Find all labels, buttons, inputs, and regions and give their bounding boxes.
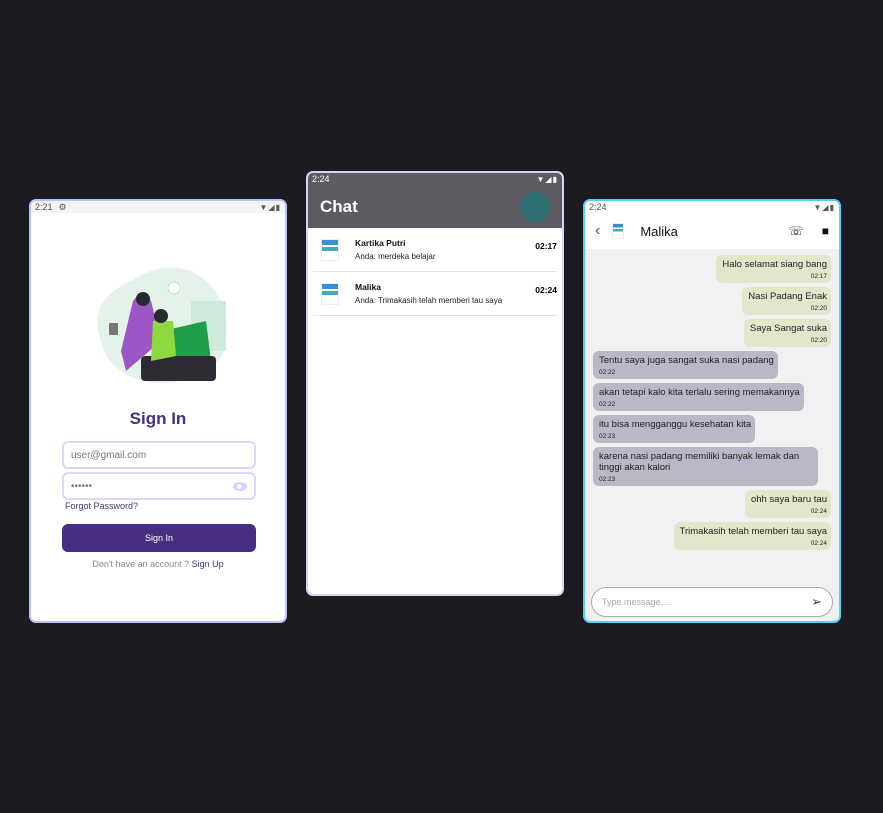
video-call-icon[interactable]: ■ (822, 224, 829, 238)
app-logo[interactable] (520, 191, 550, 222)
status-time: 2:24 (312, 174, 330, 184)
chat-preview: Anda: Trimakasih telah memberi tau saya (355, 296, 503, 305)
chat-list-item[interactable]: Malika Anda: Trimakasih telah memberi tau… (313, 272, 557, 316)
illustration (97, 267, 227, 383)
message-text: Trimakasih telah memberi tau saya (679, 526, 827, 537)
email-placeholder: user@gmail.com (71, 449, 147, 461)
chat-name: Kartika Putri (355, 238, 406, 248)
message-text: itu bisa mengganggu kesehatan kita (599, 419, 752, 430)
message-time: 02:20 (810, 305, 827, 312)
no-account-text: Don't have an account ? (92, 559, 190, 569)
settings-icon: ⚙ (58, 201, 67, 212)
message-time: 02:20 (810, 337, 827, 344)
message-bubble: itu bisa mengganggu kesehatan kita 02:23 (593, 415, 756, 443)
email-input[interactable]: user@gmail.com (62, 441, 256, 469)
message-text: Halo selamat siang bang (722, 259, 827, 270)
message-text: karena nasi padang memiliki banyak lemak… (599, 451, 800, 473)
back-icon[interactable]: ‹ (595, 222, 600, 240)
page-title: Chat (320, 196, 358, 216)
status-time: 2:21 (35, 202, 53, 212)
eye-icon[interactable] (233, 481, 247, 491)
message-time: 02:22 (599, 369, 616, 376)
chat-header: Chat (308, 185, 562, 228)
status-bar: 2:24 ▼◢▮ (308, 173, 562, 185)
message-text: Tentu saya juga sangat suka nasi padang (599, 355, 774, 366)
sign-in-button[interactable]: Sign In (62, 524, 256, 552)
message-text: Nasi Padang Enak (748, 291, 827, 302)
avatar (612, 223, 625, 239)
message-time: 02:17 (810, 273, 827, 280)
contact-name: Malika (640, 223, 678, 239)
chat-name: Malika (355, 282, 381, 292)
avatar (321, 238, 339, 261)
signal-icons: ▼◢▮ (536, 174, 558, 184)
message-bubble: karena nasi padang memiliki banyak lemak… (593, 447, 818, 486)
page-title: Sign In (129, 409, 187, 428)
message-text: ohh saya baru tau (750, 494, 827, 505)
message-time: 02:23 (599, 433, 616, 440)
message-text: akan tetapi kalo kita terlalu sering mem… (599, 387, 800, 398)
message-bubble: Trimakasih telah memberi tau saya 02:24 (673, 522, 831, 550)
password-value: •••••• (71, 480, 93, 492)
message-time: 02:22 (599, 401, 616, 408)
signup-prompt: Don't have an account ? Sign Up (31, 559, 285, 569)
chat-preview: Anda: merdeka belajar (355, 252, 436, 261)
message-input[interactable]: Type message.... ➢ (591, 587, 833, 617)
message-time: 02:23 (599, 476, 616, 483)
message-bubble: Saya Sangat suka 02:20 (743, 319, 831, 347)
message-bubble: akan tetapi kalo kita terlalu sering mem… (593, 383, 804, 411)
signal-icons: ▼◢▮ (813, 202, 835, 212)
thread-header: ‹ Malika ☏ ■ (585, 213, 839, 249)
message-bubble: Nasi Padang Enak 02:20 (742, 287, 831, 315)
message-bubble: Tentu saya juga sangat suka nasi padang 0… (593, 351, 778, 379)
message-bubble: Halo selamat siang bang 02:17 (716, 255, 831, 283)
send-icon[interactable]: ➢ (811, 594, 822, 610)
status-bar: 2:24 ▼◢▮ (585, 201, 839, 213)
forgot-password-link[interactable]: Forgot Password? (65, 501, 138, 511)
signal-icons: ▼◢▮ (259, 202, 281, 212)
status-bar: 2:21 ⚙ ▼◢▮ (31, 201, 285, 213)
password-input[interactable]: •••••• (62, 472, 256, 500)
chat-time: 02:17 (535, 241, 557, 251)
message-placeholder: Type message.... (602, 597, 671, 607)
sign-up-link[interactable]: Sign Up (192, 559, 224, 569)
message-text: Saya Sangat suka (749, 323, 827, 334)
message-bubble: ohh saya baru tau 02:24 (744, 490, 831, 518)
chat-time: 02:24 (535, 285, 557, 295)
chat-list-item[interactable]: Kartika Putri Anda: merdeka belajar 02:17 (313, 228, 557, 272)
message-time: 02:24 (810, 540, 827, 547)
phone-icon[interactable]: ☏ (789, 224, 804, 238)
chat-list-screen: 2:24 ▼◢▮ Chat Kartika Putri Anda: merdeka … (306, 171, 564, 596)
avatar (321, 282, 339, 305)
chat-thread-screen: 2:24 ▼◢▮ ‹ Malika ☏ ■ Halo selamat siang b… (583, 199, 841, 623)
status-time: 2:24 (589, 202, 607, 212)
signin-screen: 2:21 ⚙ ▼◢▮ Sign In user@gmail.com •••••• F… (29, 199, 287, 623)
message-time: 02:24 (810, 508, 827, 515)
